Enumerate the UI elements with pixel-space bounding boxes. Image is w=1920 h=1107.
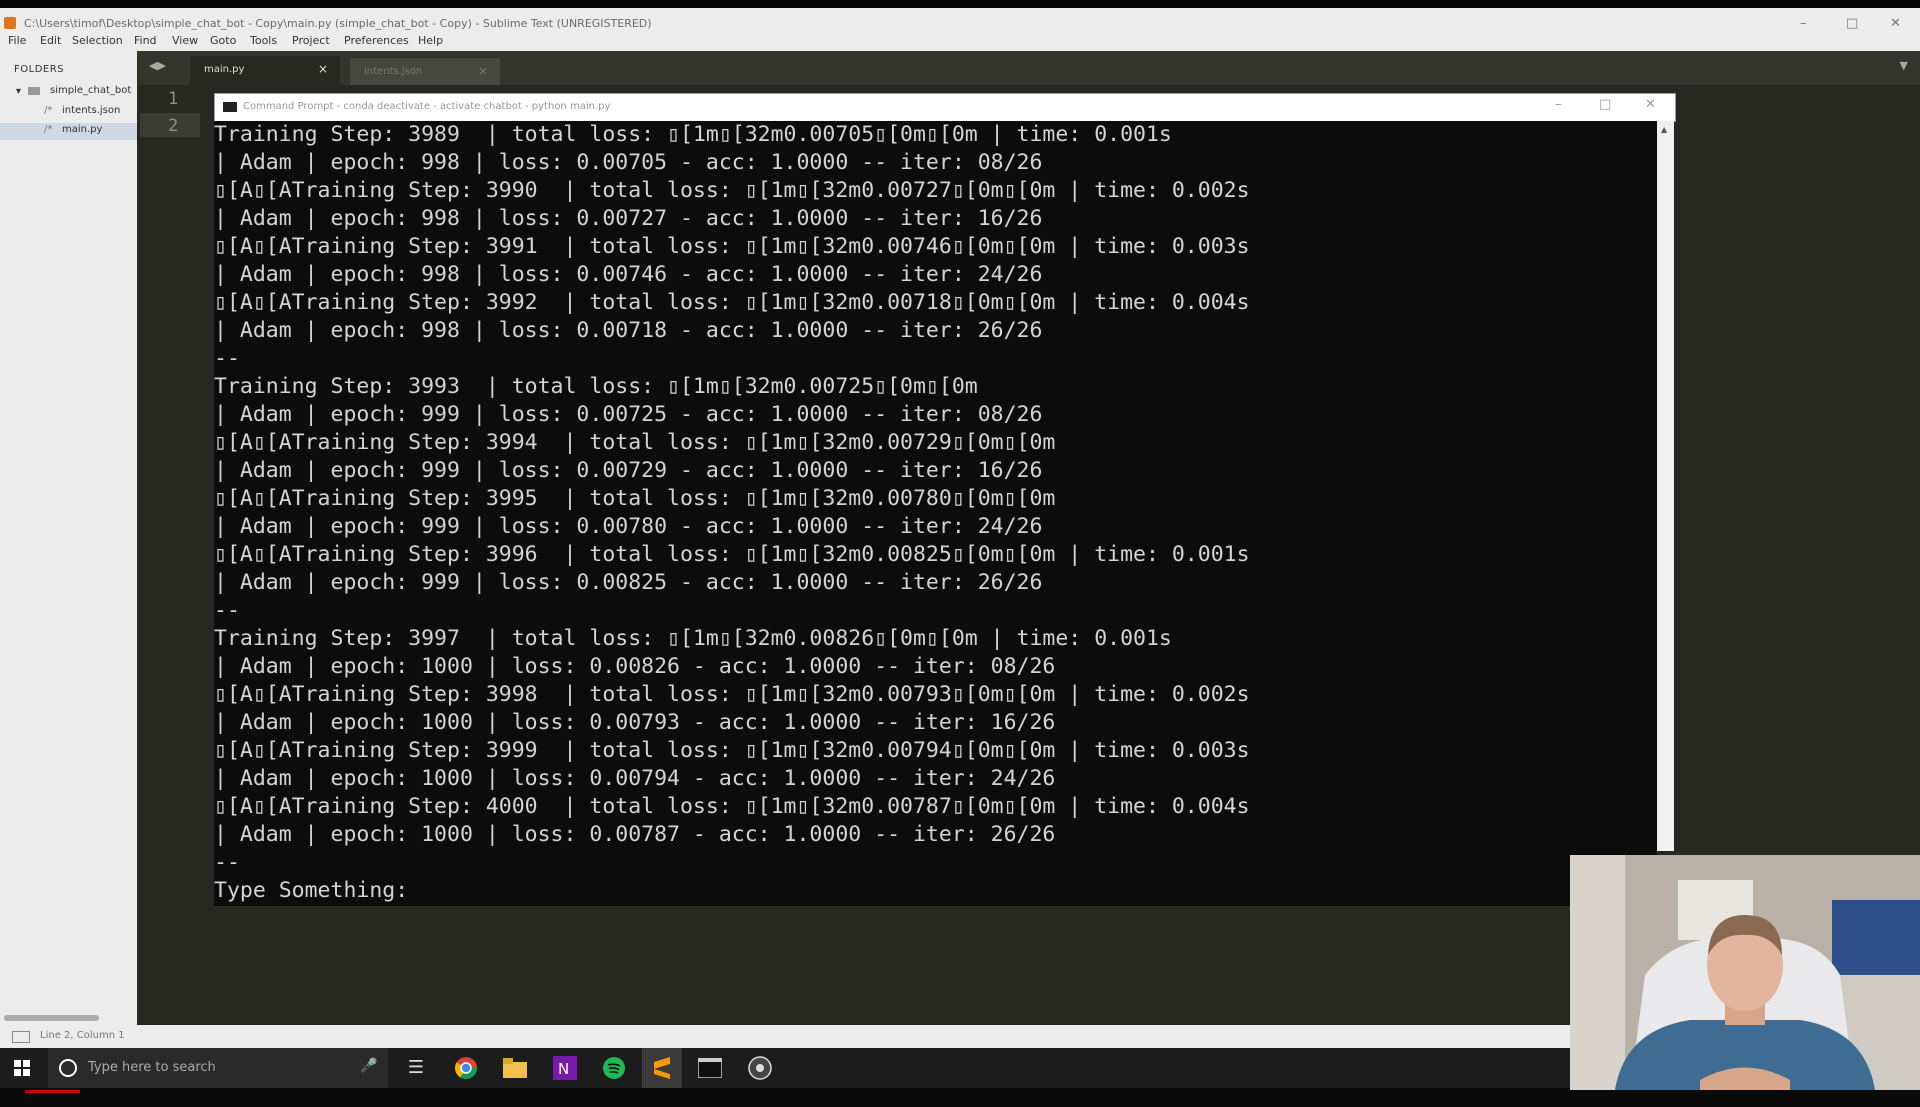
cmd-window-title: Command Prompt - conda deactivate - acti… [243,101,611,112]
terminal-line: -- [214,850,240,875]
file-icon: /* [44,124,53,135]
menu-edit[interactable]: Edit [40,34,61,47]
menu-view[interactable]: View [172,34,198,47]
onenote-icon[interactable]: N [553,1056,577,1080]
line-number: 1 [168,89,179,109]
obs-icon[interactable] [748,1056,772,1080]
terminal-text: Training Step: 3989 | total loss: ▯[1m▯[… [214,121,1250,905]
terminal-line: -- [214,346,240,371]
terminal-line: ▯[A▯[ATraining Step: 3996 | total loss: … [214,542,1250,567]
terminal-line: ▯[A▯[ATraining Step: 3991 | total loss: … [214,234,1250,259]
terminal-line: ▯[A▯[ATraining Step: 3995 | total loss: … [214,486,1056,511]
terminal-line: | Adam | epoch: 998 | loss: 0.00746 - ac… [214,262,1043,287]
menu-file[interactable]: File [8,34,26,47]
terminal-line: | Adam | epoch: 999 | loss: 0.00725 - ac… [214,402,1043,427]
terminal-line: ▯[A▯[ATraining Step: 3992 | total loss: … [214,290,1250,315]
cmd-minimize-icon[interactable]: – [1555,97,1562,112]
task-view-icon[interactable]: ☰ [404,1056,428,1080]
terminal-line: Training Step: 3997 | total loss: ▯[1m▯[… [214,626,1172,651]
line-number: 2 [168,116,179,136]
tab-dropdown-icon[interactable]: ▼ [1900,59,1908,72]
terminal-line: | Adam | epoch: 999 | loss: 0.00780 - ac… [214,514,1043,539]
terminal-line: ▯[A▯[ATraining Step: 3998 | total loss: … [214,682,1250,707]
sublime-text-icon[interactable] [652,1056,672,1080]
terminal-line: ▯[A▯[ATraining Step: 3999 | total loss: … [214,738,1250,763]
tab-nav-arrows-icon[interactable]: ◀▶ [149,59,166,72]
sidebar-file-intents[interactable]: intents.json [62,105,120,116]
sublime-logo-icon [4,17,16,29]
menu-selection[interactable]: Selection [72,34,123,47]
video-progress-strip [0,1088,1920,1107]
tab-label: intents.json [364,66,423,77]
terminal-line: | Adam | epoch: 1000 | loss: 0.00787 - a… [214,822,1056,847]
terminal-output[interactable]: Training Step: 3989 | total loss: ▯[1m▯[… [214,121,1657,906]
terminal-line: ▯[A▯[ATraining Step: 4000 | total loss: … [214,794,1250,819]
cmd-maximize-icon[interactable]: □ [1599,97,1611,112]
terminal-line: ▯[A▯[ATraining Step: 3990 | total loss: … [214,178,1250,203]
sidebar-folder[interactable]: simple_chat_bot [50,85,131,96]
svg-text:N: N [558,1060,569,1078]
file-icon: /* [44,105,53,116]
terminal-icon[interactable] [698,1058,722,1078]
sidebar-scrollbar[interactable] [4,1015,99,1021]
terminal-line: | Adam | epoch: 1000 | loss: 0.00794 - a… [214,766,1056,791]
terminal-line: | Adam | epoch: 998 | loss: 0.00705 - ac… [214,150,1043,175]
webcam-person-image [1570,855,1920,1090]
menu-preferences[interactable]: Preferences [344,34,409,47]
tab-label: main.py [204,64,245,75]
cmd-scrollbar[interactable]: ▲ [1657,121,1674,851]
terminal-line: | Adam | epoch: 999 | loss: 0.00825 - ac… [214,570,1043,595]
cmd-close-icon[interactable]: ✕ [1645,97,1656,112]
menu-project[interactable]: Project [292,34,330,47]
scroll-up-icon[interactable]: ▲ [1661,125,1667,134]
menu-find[interactable]: Find [134,34,157,47]
sidebar-file-main[interactable]: main.py [62,124,102,135]
video-progress-bar[interactable] [25,1090,80,1093]
folder-expand-icon[interactable]: ▾ [16,86,21,97]
terminal-line: Training Step: 3993 | total loss: ▯[1m▯[… [214,374,978,399]
sidebar: FOLDERS ▾ simple_chat_bot /* intents.jso… [0,51,137,1025]
folder-icon [28,87,40,95]
tab-close-icon[interactable]: × [478,64,488,78]
terminal-line: ▯[A▯[ATraining Step: 3994 | total loss: … [214,430,1056,455]
terminal-line: | Adam | epoch: 1000 | loss: 0.00793 - a… [214,710,1056,735]
panel-toggle-icon[interactable] [12,1031,30,1043]
windows-start-icon[interactable] [14,1060,30,1076]
microphone-icon[interactable]: 🎤 [360,1058,377,1074]
menu-bar: File Edit Selection Find View Goto Tools… [0,31,1920,51]
terminal-line: Training Step: 3989 | total loss: ▯[1m▯[… [214,122,1172,147]
menu-goto[interactable]: Goto [210,34,236,47]
webcam-overlay [1570,855,1920,1090]
terminal-line: | Adam | epoch: 998 | loss: 0.00727 - ac… [214,206,1043,231]
search-placeholder: Type here to search [88,1060,216,1075]
cmd-icon [223,102,237,112]
terminal-line: | Adam | epoch: 998 | loss: 0.00718 - ac… [214,318,1043,343]
menu-tools[interactable]: Tools [250,34,277,47]
tab-intents-json[interactable]: intents.json × [350,58,500,85]
terminal-prompt: Type Something: [214,878,409,903]
cursor-position: Line 2, Column 1 [40,1030,125,1041]
terminal-line: | Adam | epoch: 1000 | loss: 0.00826 - a… [214,654,1056,679]
tab-main-py[interactable]: main.py × [190,56,340,85]
cortana-icon [59,1059,77,1077]
terminal-line: -- [214,598,240,623]
cmd-title-bar[interactable]: Command Prompt - conda deactivate - acti… [214,93,1676,122]
taskbar-search[interactable]: Type here to search 🎤 [48,1048,388,1088]
terminal-line: | Adam | epoch: 999 | loss: 0.00729 - ac… [214,458,1043,483]
spotify-icon[interactable] [602,1056,626,1080]
sidebar-header: FOLDERS [14,64,65,75]
chrome-icon[interactable] [454,1056,478,1080]
tab-close-icon[interactable]: × [318,62,328,76]
menu-help[interactable]: Help [418,34,443,47]
file-explorer-icon[interactable] [503,1058,527,1078]
